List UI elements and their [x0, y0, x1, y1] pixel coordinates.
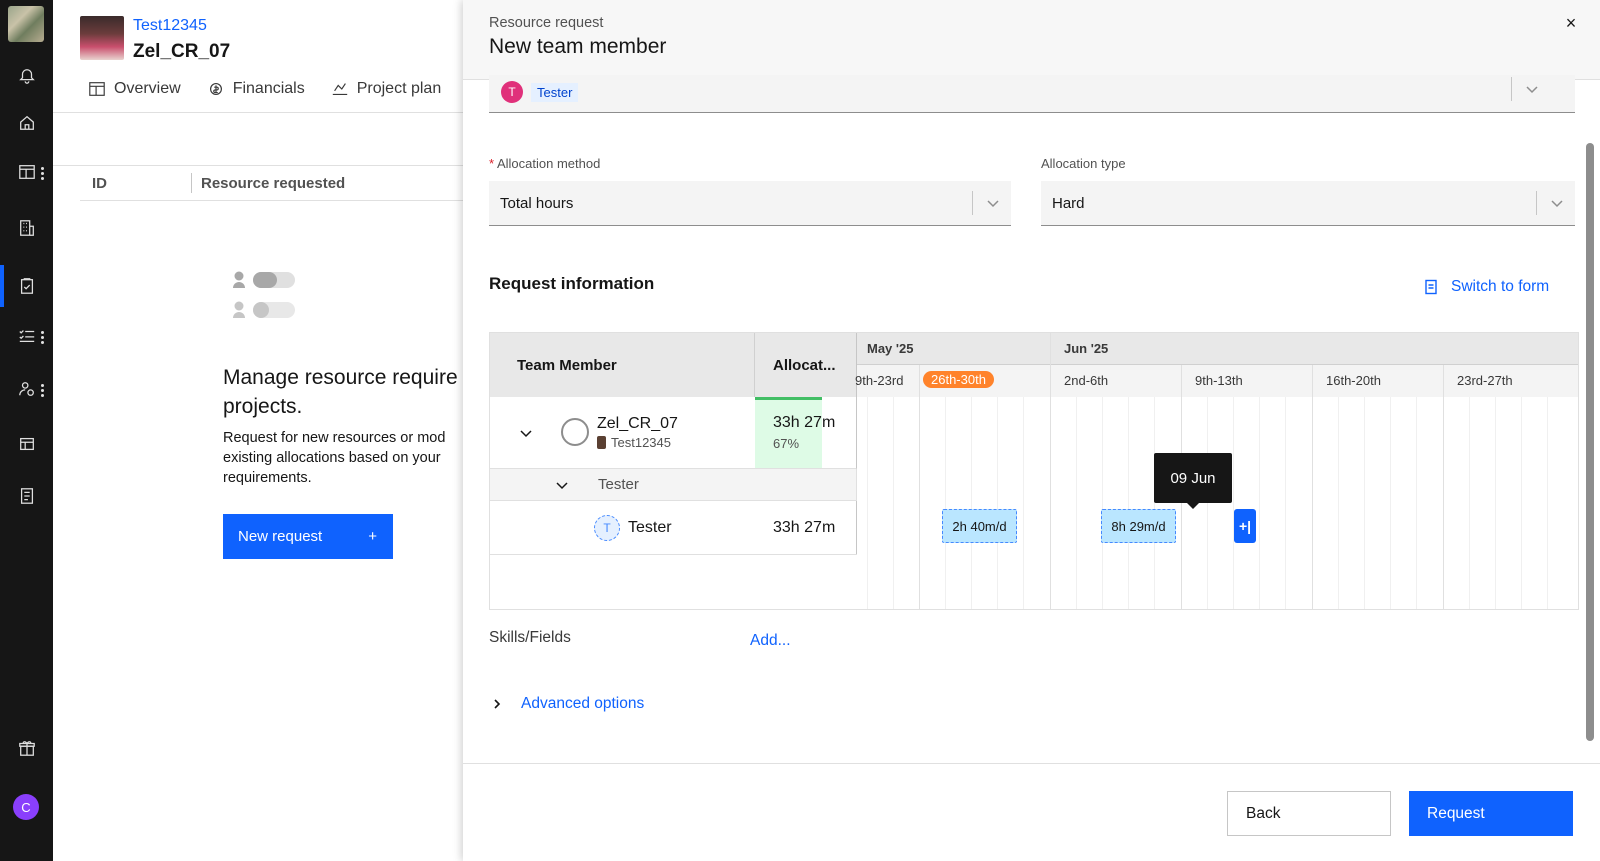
panel-footer: Back Request — [463, 763, 1600, 861]
month-label: May '25 — [867, 341, 914, 356]
panel-subtitle: Resource request — [489, 15, 604, 31]
member-name: Zel_CR_07 — [597, 415, 678, 432]
user-overflow-icon[interactable] — [41, 383, 45, 397]
chevron-right-icon — [494, 699, 501, 709]
role-group-row[interactable]: Tester — [490, 469, 857, 501]
new-request-button[interactable]: New request + — [223, 514, 393, 559]
month-header-row: May '25 Jun '25 — [857, 333, 1578, 365]
week-label: 23rd-27th — [1457, 373, 1513, 388]
report-icon[interactable] — [17, 486, 37, 506]
dashboard-icon[interactable] — [17, 162, 37, 182]
team-member-header: Team Member — [490, 333, 755, 397]
role-tag[interactable]: T Tester — [501, 81, 579, 103]
scrollbar[interactable] — [1586, 143, 1594, 741]
advanced-options-toggle[interactable]: Advanced options — [491, 695, 644, 713]
close-icon[interactable]: × — [1562, 14, 1580, 32]
switch-to-form-link[interactable]: Switch to form — [1423, 278, 1549, 296]
user-settings-icon[interactable] — [17, 379, 37, 399]
panel-header: Resource request New team member × — [463, 0, 1600, 80]
week-label: 16th-20th — [1326, 373, 1381, 388]
task-list-icon[interactable] — [17, 326, 37, 346]
project-thumbnail-icon — [597, 436, 606, 449]
allocation-type-select[interactable]: Hard — [1041, 181, 1575, 226]
column-divider — [191, 173, 192, 193]
role-multiselect[interactable]: T Tester — [489, 75, 1575, 113]
month-label: Jun '25 — [1064, 341, 1109, 356]
layout-icon[interactable] — [17, 434, 37, 454]
project-parent-link[interactable]: Test12345 — [133, 17, 207, 35]
app-logo[interactable] — [8, 6, 44, 42]
allocation-method-select[interactable]: Total hours — [489, 181, 1011, 226]
dashboard-overflow-icon[interactable] — [41, 166, 45, 180]
role-group-label: Tester — [598, 476, 639, 493]
add-skills-link[interactable]: Add... — [750, 632, 791, 650]
allocation-method-label: * Allocation method — [489, 156, 601, 171]
tab-overview[interactable]: Overview — [88, 80, 181, 98]
form-icon — [1425, 279, 1437, 295]
back-button[interactable]: Back — [1227, 791, 1391, 836]
divider — [53, 112, 463, 113]
divider — [53, 165, 463, 166]
week-label: 2nd-6th — [1064, 373, 1109, 388]
task-overflow-icon[interactable] — [41, 330, 45, 344]
member-project: Test12345 — [597, 435, 671, 450]
building-icon[interactable] — [17, 218, 37, 238]
role-avatar: T — [501, 81, 523, 103]
week-label: 9th-23rd — [855, 373, 904, 388]
panel-title: New team member — [489, 35, 667, 58]
plan-icon — [332, 83, 347, 95]
member-allocation-cell: 33h 27m 67% — [755, 397, 857, 469]
clipboard-icon[interactable] — [17, 276, 37, 296]
section-title: Request information — [489, 274, 655, 293]
notification-icon[interactable] — [17, 66, 37, 86]
role-row[interactable]: T Tester 33h 27m — [490, 501, 857, 555]
user-avatar[interactable]: C — [13, 794, 39, 820]
project-title: Zel_CR_07 — [133, 41, 231, 62]
tab-financials[interactable]: Financials — [207, 80, 305, 98]
chevron-down-icon[interactable] — [519, 426, 533, 440]
add-icon: + — [368, 528, 377, 545]
role-avatar: T — [594, 515, 620, 541]
request-button[interactable]: Request — [1409, 791, 1573, 836]
dashboard-icon — [89, 82, 105, 96]
allocation-header[interactable]: Allocat... — [755, 333, 857, 397]
resource-request-panel: Resource request New team member × T Tes… — [463, 0, 1600, 861]
gift-icon[interactable] — [17, 738, 37, 758]
chevron-down-icon — [986, 196, 1000, 210]
role-tag-label: Tester — [531, 82, 579, 102]
week-label: 9th-13th — [1195, 373, 1243, 388]
divider — [80, 200, 463, 201]
chevron-down-icon — [1550, 196, 1564, 210]
finance-icon — [209, 83, 222, 95]
tab-project-plan[interactable]: Project plan — [331, 80, 441, 98]
column-header-id[interactable]: ID — [92, 175, 107, 192]
week-header-row: 9th-23rd 26th-30th 2nd-6th 9th-13th 16th… — [855, 365, 1578, 397]
allocation-chip[interactable]: 2h 40m/d — [942, 509, 1017, 543]
date-tooltip: 09 Jun — [1154, 453, 1232, 509]
project-avatar — [80, 16, 124, 60]
member-avatar — [561, 418, 589, 446]
allocation-grid: Team Member Allocat... May '25 Jun '25 9… — [489, 332, 1579, 610]
role-allocation-cell: 33h 27m — [755, 501, 857, 554]
column-header-resource[interactable]: Resource requested — [201, 175, 345, 192]
project-page: Test12345 Zel_CR_07 Overview Financials … — [53, 0, 463, 861]
empty-state-description: Request for new resources or mod existin… — [223, 430, 446, 486]
chevron-down-icon[interactable] — [1525, 82, 1539, 96]
home-icon[interactable] — [17, 113, 37, 133]
skills-label: Skills/Fields — [489, 629, 571, 646]
empty-state-title: Manage resource require projects. — [223, 366, 458, 418]
role-row-name: Tester — [628, 519, 672, 536]
allocation-progress-fill — [755, 397, 822, 468]
empty-state-illustration — [233, 271, 295, 318]
add-allocation-button[interactable]: +| — [1234, 509, 1256, 543]
left-nav-rail: C — [0, 0, 53, 861]
allocation-type-label: Allocation type — [1041, 156, 1126, 171]
project-tabs: Overview Financials Project plan — [88, 80, 441, 98]
chevron-down-icon[interactable] — [555, 478, 569, 492]
current-week-badge: 26th-30th — [923, 371, 994, 388]
allocation-chip[interactable]: 8h 29m/d — [1101, 509, 1176, 543]
active-indicator — [0, 265, 4, 307]
